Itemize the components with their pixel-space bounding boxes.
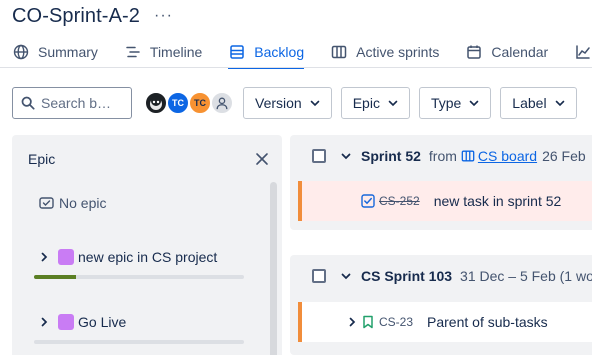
tab-summary[interactable]: Summary: [12, 37, 98, 67]
epic-progress-bar: [34, 275, 244, 279]
chevron-down-icon: [468, 97, 480, 109]
tab-label: Calendar: [491, 44, 549, 60]
search-input[interactable]: Search b…: [12, 87, 132, 119]
no-epic-icon: [38, 195, 56, 211]
no-epic-label: No epic: [59, 195, 107, 211]
globe-icon: [12, 43, 30, 61]
epic-panel-title: Epic: [28, 151, 56, 167]
filter-label: Type: [430, 95, 462, 111]
chevron-down-icon: [387, 97, 399, 109]
story-icon: [362, 315, 374, 329]
avatar[interactable]: TC: [166, 91, 190, 115]
sprint-header: Sprint 52 from CS board 26 Feb: [312, 148, 586, 164]
board-link-label: CS board: [477, 148, 538, 164]
search-icon: [21, 96, 35, 110]
no-epic-item[interactable]: No epic: [38, 195, 106, 211]
filter-label: Epic: [352, 95, 380, 111]
assignee-avatars: TC TC: [144, 91, 234, 115]
task-checked-icon: [361, 194, 375, 208]
calendar-icon: [465, 43, 483, 61]
backlog-icon: [228, 43, 246, 61]
user-icon: [216, 97, 228, 110]
chevron-down-icon[interactable]: [340, 270, 352, 282]
project-title: CO-Sprint-A-2: [12, 4, 140, 27]
chevron-right-icon[interactable]: [346, 316, 358, 328]
issue-row[interactable]: CS-23 Parent of sub-tasks: [298, 302, 592, 342]
board-icon: [330, 43, 348, 61]
sprint-name: Sprint 52: [361, 148, 421, 164]
sprint-checkbox[interactable]: [312, 149, 326, 163]
type-filter-button[interactable]: Type: [418, 87, 492, 119]
chevron-down-icon: [554, 97, 566, 109]
cat-avatar-icon: [150, 95, 162, 110]
chevron-down-icon: [309, 97, 321, 109]
avatar[interactable]: TC: [188, 91, 212, 115]
chevron-right-icon[interactable]: [38, 316, 52, 328]
sprint-checkbox[interactable]: [312, 269, 326, 283]
tab-label: Timeline: [149, 44, 203, 60]
avatar[interactable]: [210, 91, 234, 115]
sprint-name: CS Sprint 103: [361, 268, 453, 284]
issue-key[interactable]: CS-23: [379, 315, 413, 329]
chevron-down-icon[interactable]: [340, 150, 352, 162]
project-tabs: Summary Timeline Backlog Active sprints …: [12, 36, 592, 69]
epic-item[interactable]: Go Live: [38, 314, 126, 330]
issue-row[interactable]: CS-252 new task in sprint 52: [298, 181, 592, 221]
close-icon[interactable]: [255, 152, 269, 171]
tab-active-sprints[interactable]: Active sprints: [330, 37, 439, 67]
tab-label: Active sprints: [356, 44, 440, 60]
sprint-date: 26 Feb: [542, 148, 586, 164]
epic-item[interactable]: new epic in CS project: [38, 249, 217, 265]
tab-calendar[interactable]: Calendar: [465, 37, 548, 67]
filter-bar: Search b… TC TC Version Epic Type Label: [12, 87, 577, 119]
filter-label: Version: [255, 95, 302, 111]
sprint-from-label: from: [428, 148, 457, 164]
tab-label: Summary: [38, 44, 98, 60]
board-icon: [461, 149, 475, 163]
chevron-right-icon[interactable]: [38, 251, 52, 263]
board-link[interactable]: CS board: [461, 148, 537, 164]
sprint-header: CS Sprint 103 31 Dec – 5 Feb (1 wo: [312, 268, 592, 284]
project-header: CO-Sprint-A-2 ···: [12, 4, 173, 28]
tabs-divider: [0, 67, 592, 68]
scrollbar[interactable]: [270, 182, 277, 355]
version-filter-button[interactable]: Version: [243, 87, 332, 119]
label-filter-button[interactable]: Label: [500, 87, 577, 119]
epic-name: new epic in CS project: [78, 249, 218, 265]
timeline-icon: [124, 43, 142, 61]
avatar[interactable]: [144, 91, 168, 115]
epic-name: Go Live: [78, 314, 127, 330]
epic-color-swatch: [58, 314, 74, 330]
issue-summary: Parent of sub-tasks: [427, 314, 548, 330]
more-actions-button[interactable]: ···: [154, 8, 173, 24]
filter-label: Label: [512, 95, 547, 111]
sprint-date: 31 Dec – 5 Feb (1 wo: [460, 268, 592, 284]
epic-filter-button[interactable]: Epic: [340, 87, 410, 119]
tab-reports[interactable]: [574, 37, 592, 67]
issue-summary: new task in sprint 52: [433, 193, 562, 209]
epic-progress-bar: [34, 340, 244, 344]
tab-backlog[interactable]: Backlog: [228, 37, 305, 69]
chart-icon: [574, 43, 592, 61]
sprint-section: Sprint 52 from CS board 26 Feb CS-252 ne…: [290, 135, 592, 230]
epic-panel: Epic No epic new epic in CS project Go L…: [12, 135, 282, 355]
epic-progress-fill: [34, 275, 76, 279]
search-placeholder: Search b…: [41, 95, 112, 111]
issue-key[interactable]: CS-252: [379, 194, 420, 208]
tab-label: Backlog: [254, 44, 305, 60]
tab-timeline[interactable]: Timeline: [124, 37, 202, 67]
sprint-section: CS Sprint 103 31 Dec – 5 Feb (1 wo CS-23…: [290, 255, 592, 355]
epic-color-swatch: [58, 249, 74, 265]
